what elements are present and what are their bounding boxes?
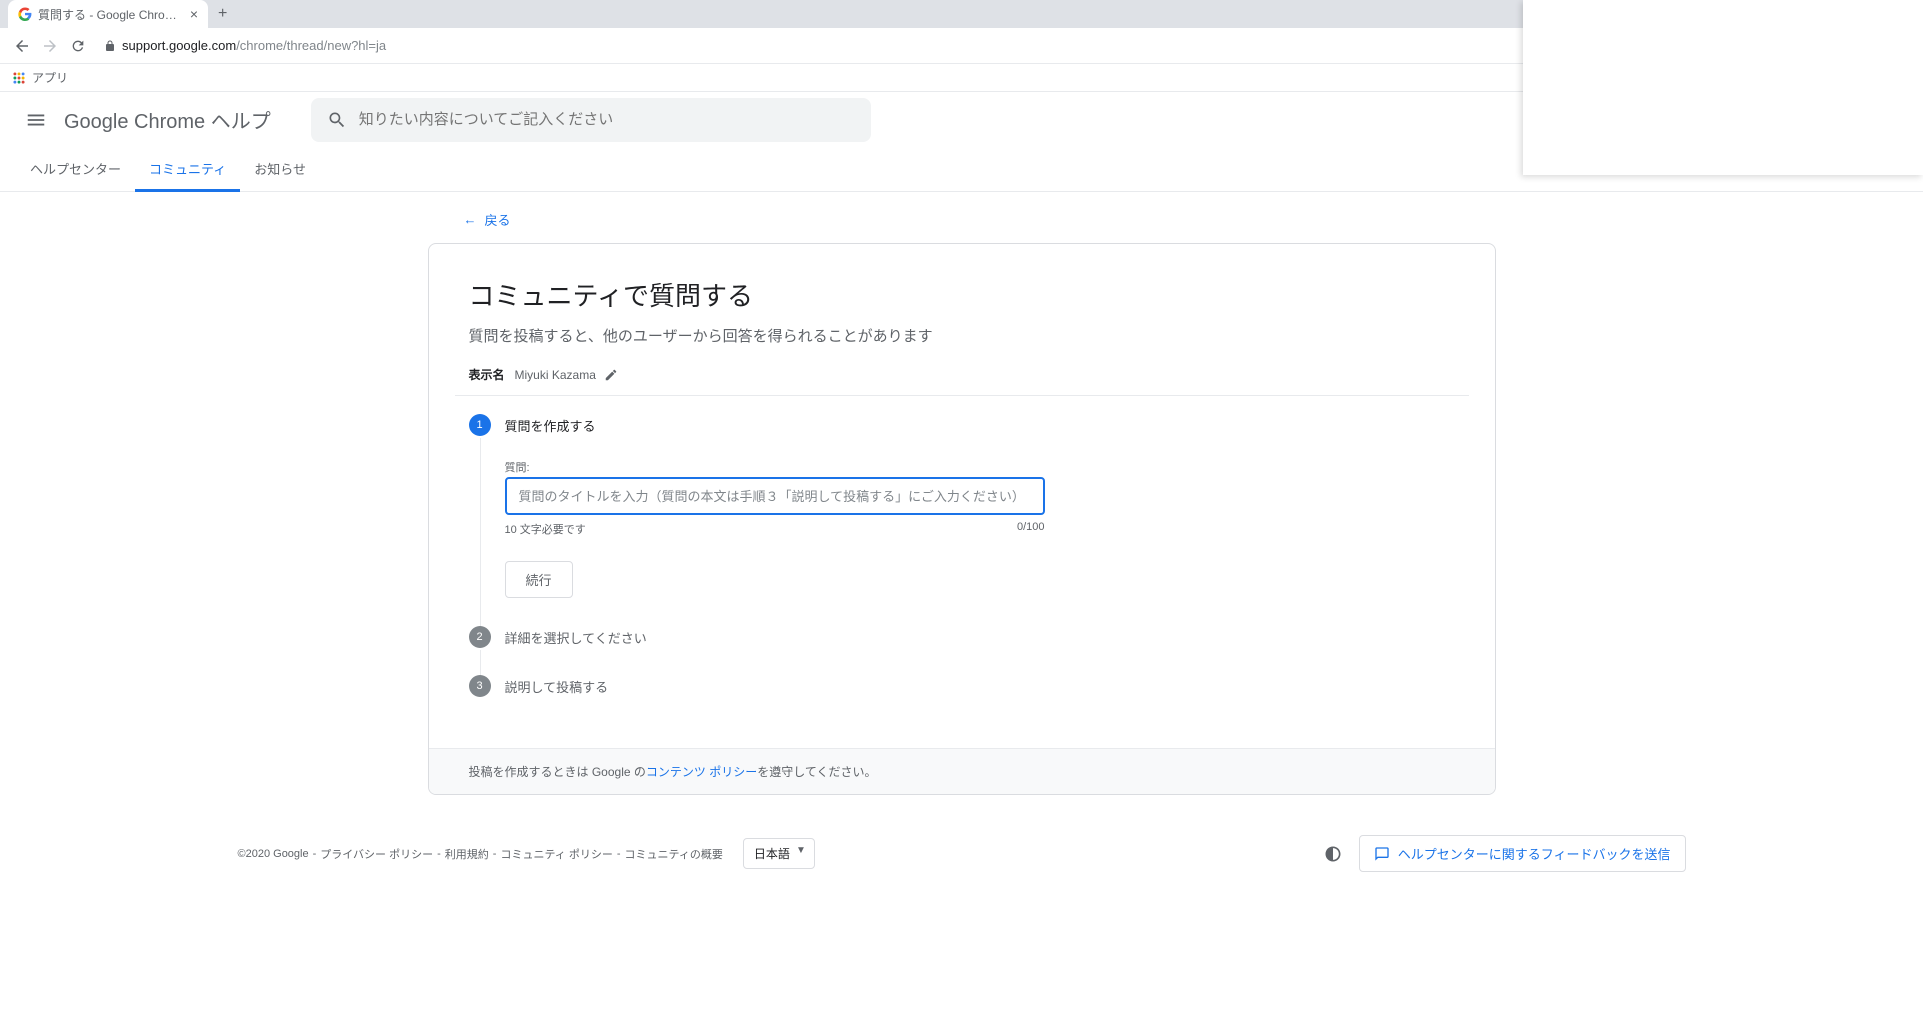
sep: - bbox=[437, 848, 441, 860]
policy-prefix: 投稿を作成するときは Google の bbox=[469, 765, 646, 779]
edit-icon[interactable] bbox=[604, 368, 618, 382]
search-icon bbox=[327, 110, 347, 130]
step-3-title: 説明して投稿する bbox=[505, 677, 1455, 696]
card-title: コミュニティで質問する bbox=[469, 276, 1455, 313]
helper-char-count: 0/100 bbox=[1017, 521, 1045, 537]
new-tab-button[interactable]: + bbox=[218, 5, 227, 23]
tab-help-center[interactable]: ヘルプセンター bbox=[16, 148, 135, 192]
card-footer: 投稿を作成するときは Google のコンテンツ ポリシーを遵守してください。 bbox=[429, 748, 1495, 794]
steps: 1 質問を作成する 質問: 10 文字必要です 0/100 続行 2 bbox=[469, 414, 1455, 724]
page-footer: ©2020 Google - プライバシー ポリシー - 利用規約 - コミュニ… bbox=[222, 819, 1702, 888]
step-1-title: 質問を作成する bbox=[505, 416, 1455, 435]
policy-suffix: を遵守してください。 bbox=[757, 765, 876, 779]
favicon-google-icon bbox=[18, 7, 32, 21]
step-1: 1 質問を作成する 質問: 10 文字必要です 0/100 続行 bbox=[469, 414, 1455, 626]
language-select[interactable]: 日本語 ▼ bbox=[743, 838, 815, 869]
apps-button[interactable]: アプリ bbox=[12, 69, 68, 86]
product-name: Google Chrome ヘルプ bbox=[64, 105, 271, 134]
card-subtitle: 質問を投稿すると、他のユーザーから回答を得られることがあります bbox=[469, 325, 1455, 346]
content: ← 戻る コミュニティで質問する 質問を投稿すると、他のユーザーから回答を得られ… bbox=[412, 210, 1512, 795]
back-link[interactable]: ← 戻る bbox=[464, 210, 1496, 229]
display-name-label: 表示名 bbox=[469, 366, 505, 383]
feedback-label: ヘルプセンターに関するフィードバックを送信 bbox=[1398, 844, 1671, 863]
dark-mode-toggle[interactable] bbox=[1323, 844, 1343, 864]
tab-community[interactable]: コミュニティ bbox=[135, 148, 240, 192]
menu-button[interactable] bbox=[16, 100, 56, 140]
reload-button[interactable] bbox=[64, 32, 92, 60]
url-host: support.google.com bbox=[122, 38, 236, 53]
back-label: 戻る bbox=[485, 210, 511, 229]
sep: - bbox=[313, 848, 317, 860]
browser-tab[interactable]: 質問する - Google Chrome Comm × bbox=[8, 0, 208, 28]
helper-min-chars: 10 文字必要です bbox=[505, 521, 586, 537]
feedback-icon bbox=[1374, 846, 1390, 862]
language-value: 日本語 bbox=[754, 847, 790, 861]
step-3: 3 説明して投稿する bbox=[469, 675, 1455, 724]
tab-title: 質問する - Google Chrome Comm bbox=[38, 6, 182, 23]
step-2-badge: 2 bbox=[469, 626, 491, 648]
question-title-input[interactable] bbox=[505, 477, 1045, 515]
step-connector bbox=[480, 438, 481, 644]
display-name-value: Miyuki Kazama bbox=[515, 368, 596, 382]
apps-label: アプリ bbox=[32, 69, 68, 86]
close-tab-icon[interactable]: × bbox=[190, 6, 198, 22]
sep: - bbox=[617, 848, 621, 860]
privacy-link[interactable]: プライバシー ポリシー bbox=[320, 846, 433, 862]
url-path: /chrome/thread/new?hl=ja bbox=[236, 38, 386, 53]
back-button[interactable] bbox=[8, 32, 36, 60]
chevron-down-icon: ▼ bbox=[796, 845, 806, 856]
display-name-row: 表示名 Miyuki Kazama bbox=[469, 366, 1455, 383]
forward-button[interactable] bbox=[36, 32, 64, 60]
search-box[interactable] bbox=[311, 98, 871, 142]
footer-left: ©2020 Google - プライバシー ポリシー - 利用規約 - コミュニ… bbox=[238, 838, 815, 869]
sep: - bbox=[493, 848, 497, 860]
community-policy-link[interactable]: コミュニティ ポリシー bbox=[500, 846, 612, 862]
continue-button[interactable]: 続行 bbox=[505, 561, 573, 598]
question-field-label: 質問: bbox=[505, 459, 1455, 475]
arrow-left-icon: ← bbox=[464, 212, 477, 227]
search-input[interactable] bbox=[359, 111, 855, 128]
tab-announcements[interactable]: お知らせ bbox=[240, 148, 320, 192]
terms-link[interactable]: 利用規約 bbox=[445, 846, 489, 862]
step-1-badge: 1 bbox=[469, 414, 491, 436]
lock-icon bbox=[104, 40, 116, 52]
overlay-panel bbox=[1523, 0, 1923, 175]
apps-grid-icon bbox=[12, 71, 26, 85]
card-body: コミュニティで質問する 質問を投稿すると、他のユーザーから回答を得られることがあ… bbox=[429, 244, 1495, 748]
footer-right: ヘルプセンターに関するフィードバックを送信 bbox=[1323, 835, 1686, 872]
content-policy-link[interactable]: コンテンツ ポリシー bbox=[646, 765, 757, 779]
step-3-badge: 3 bbox=[469, 675, 491, 697]
community-overview-link[interactable]: コミュニティの概要 bbox=[625, 846, 723, 862]
step-2: 2 詳細を選択してください bbox=[469, 626, 1455, 675]
divider bbox=[455, 395, 1469, 396]
feedback-button[interactable]: ヘルプセンターに関するフィードバックを送信 bbox=[1359, 835, 1686, 872]
copyright: ©2020 Google bbox=[238, 848, 309, 860]
step-2-title: 詳細を選択してください bbox=[505, 628, 1455, 647]
question-card: コミュニティで質問する 質問を投稿すると、他のユーザーから回答を得られることがあ… bbox=[428, 243, 1496, 795]
